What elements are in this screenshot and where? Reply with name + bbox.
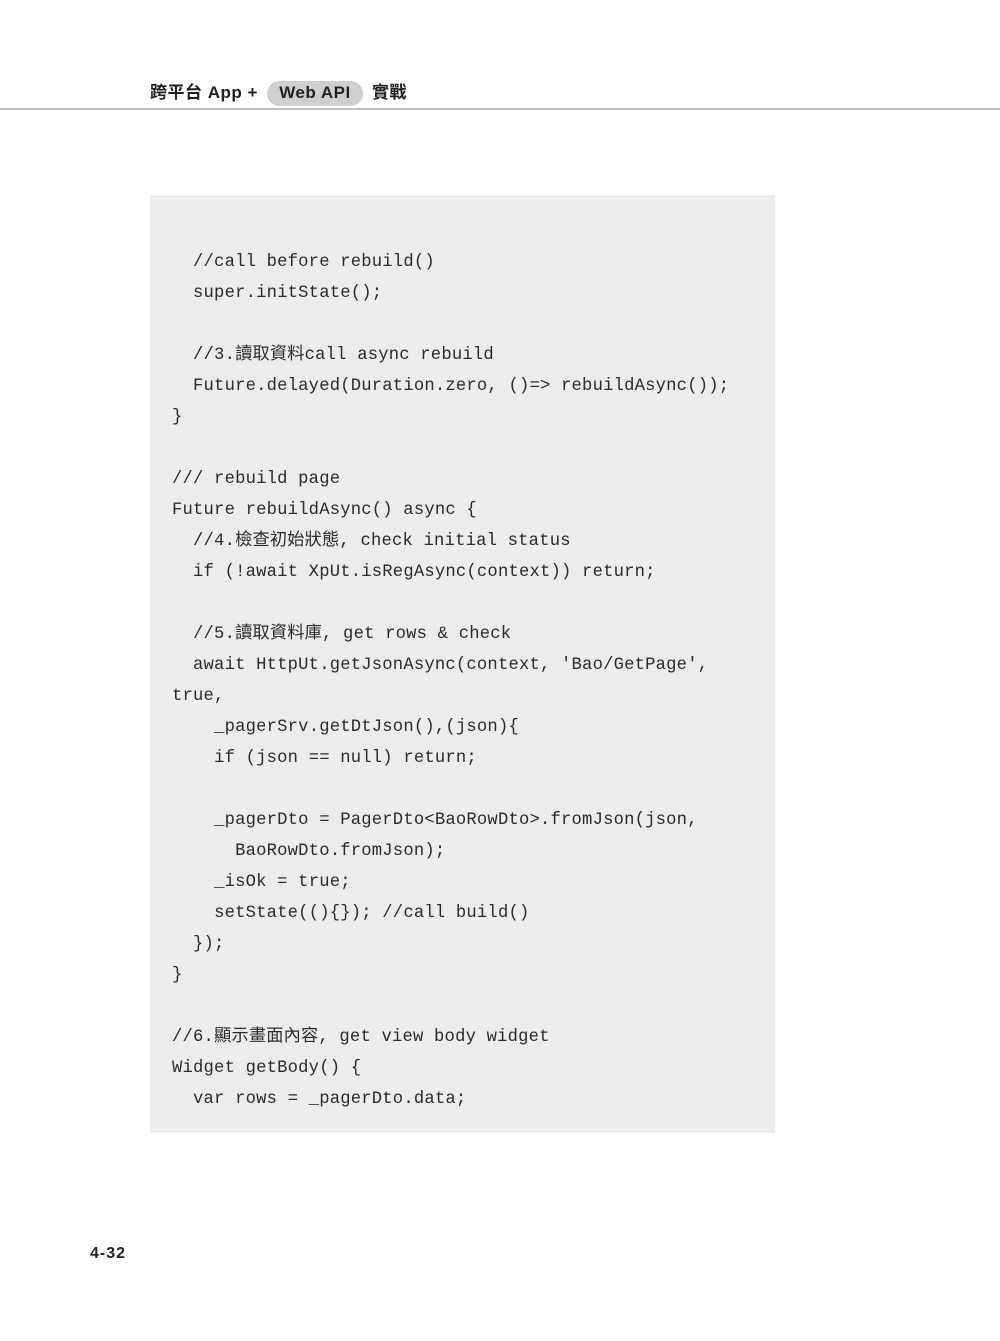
document-page: 跨平台 App + Web API 實戰 //call before rebui… <box>0 0 1000 1341</box>
page-number: 4-32 <box>90 1245 126 1263</box>
header-plus: + <box>248 83 258 102</box>
header-app-label: App <box>208 83 243 102</box>
header-divider <box>0 108 1000 110</box>
code-content: //call before rebuild() super.initState(… <box>172 247 753 1115</box>
running-header: 跨平台 App + Web API 實戰 <box>150 78 407 106</box>
header-prefix: 跨平台 <box>150 83 203 102</box>
header-suffix: 實戰 <box>372 83 407 102</box>
code-block: //call before rebuild() super.initState(… <box>150 195 775 1133</box>
header-pill: Web API <box>267 81 363 106</box>
